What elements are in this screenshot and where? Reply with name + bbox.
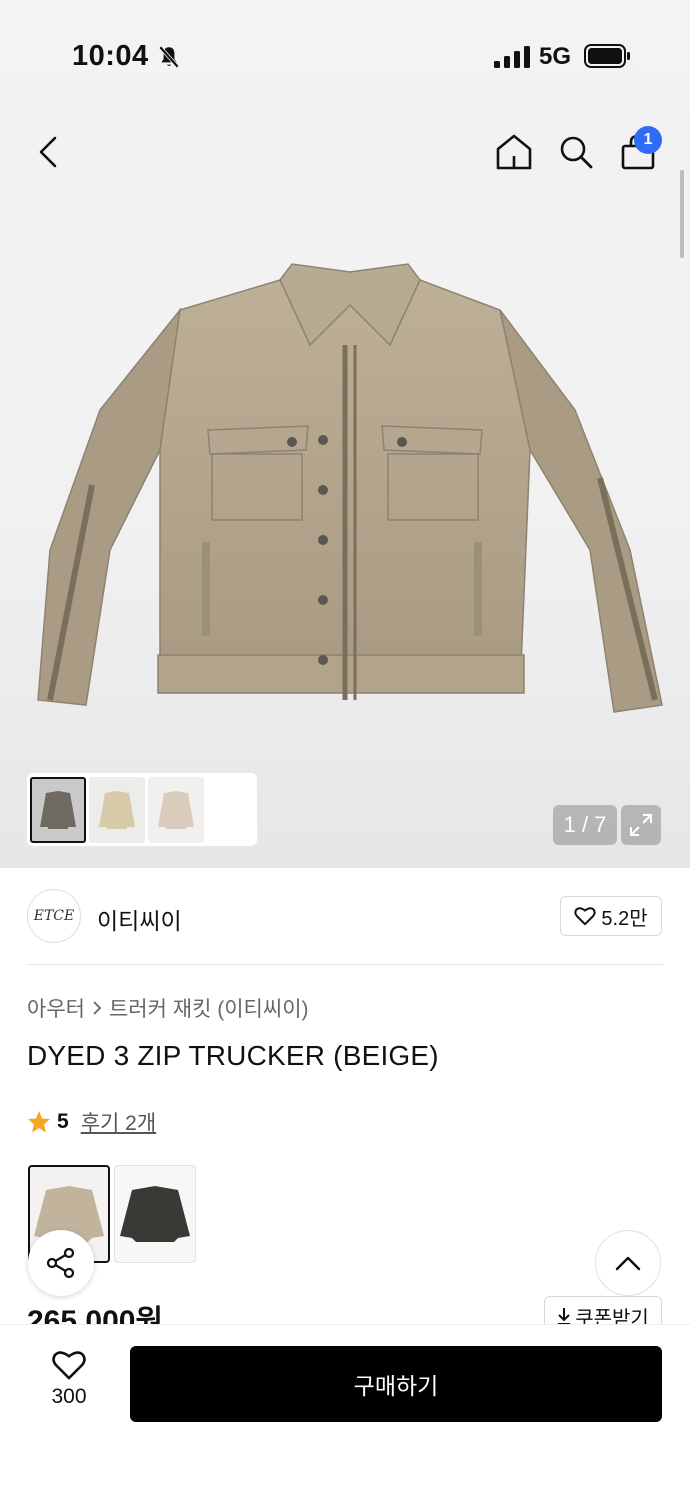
home-button[interactable] (490, 120, 538, 184)
breadcrumb: 아우터 트러커 재킷 (이티씨이) (27, 993, 309, 1023)
back-button[interactable] (24, 120, 72, 184)
search-button[interactable] (552, 120, 600, 184)
star-icon (28, 1111, 50, 1133)
buy-button[interactable]: 구매하기 (130, 1346, 662, 1422)
image-page-counter: 1 / 7 (553, 805, 617, 845)
brand-like-button[interactable]: 5.2만 (560, 896, 662, 936)
expand-icon (630, 814, 652, 836)
chevron-up-icon (615, 1256, 641, 1271)
heart-outline-icon (52, 1351, 86, 1380)
battery-icon (584, 44, 630, 68)
chevron-right-icon (93, 1001, 102, 1015)
brand-name[interactable]: 이티씨이 (97, 902, 182, 936)
thumbnail-1[interactable] (30, 776, 86, 843)
breadcrumb-category[interactable]: 아우터 (27, 993, 85, 1023)
color-option-charcoal[interactable] (114, 1165, 196, 1263)
share-icon (46, 1247, 75, 1279)
color-option-image (120, 1186, 190, 1242)
thumbnail-2[interactable] (89, 776, 145, 843)
wishlist-count: 300 (51, 1385, 87, 1408)
review-link[interactable]: 후기 2개 (81, 1107, 156, 1137)
network-label: 5G (539, 43, 572, 70)
product-image-area[interactable]: 10:04 5G 1 1 / 7 (0, 0, 690, 868)
cart-count-badge: 1 (634, 126, 662, 154)
bottom-action-bar: 300 구매하기 (0, 1324, 690, 1500)
rating-score: 5 (57, 1110, 69, 1133)
signal-icon (494, 46, 530, 68)
bell-slash-icon (158, 45, 180, 69)
search-icon (560, 136, 593, 169)
share-button[interactable] (28, 1230, 94, 1296)
thumbnail-jacket-image (158, 790, 194, 829)
brand-logo[interactable]: ETCE (27, 889, 81, 943)
product-main-image (37, 263, 663, 713)
scrollbar-thumb[interactable] (680, 170, 684, 258)
chevron-left-icon (39, 136, 57, 168)
home-icon (496, 134, 532, 170)
rating: 5 후기 2개 (27, 1107, 156, 1137)
brand-row[interactable]: ETCE 이티씨이 5.2만 (0, 868, 690, 964)
thumbnail-jacket-image (40, 790, 76, 829)
heart-outline-icon (574, 907, 597, 926)
breadcrumb-subcategory[interactable]: 트러커 재킷 (이티씨이) (109, 993, 309, 1023)
thumbnail-jacket-image (99, 790, 135, 829)
download-icon (558, 1308, 571, 1325)
brand-like-count: 5.2만 (601, 907, 648, 930)
status-bar: 10:04 5G (0, 0, 690, 110)
status-time: 10:04 (72, 40, 149, 72)
product-title: DYED 3 ZIP TRUCKER (BEIGE) (27, 1040, 439, 1071)
thumbnail-strip (27, 773, 257, 846)
expand-image-button[interactable] (621, 805, 661, 845)
thumbnail-3[interactable] (148, 776, 204, 843)
top-nav (0, 120, 690, 184)
divider (27, 964, 663, 965)
scroll-top-button[interactable] (595, 1230, 661, 1296)
wishlist-button[interactable]: 300 (36, 1349, 102, 1419)
